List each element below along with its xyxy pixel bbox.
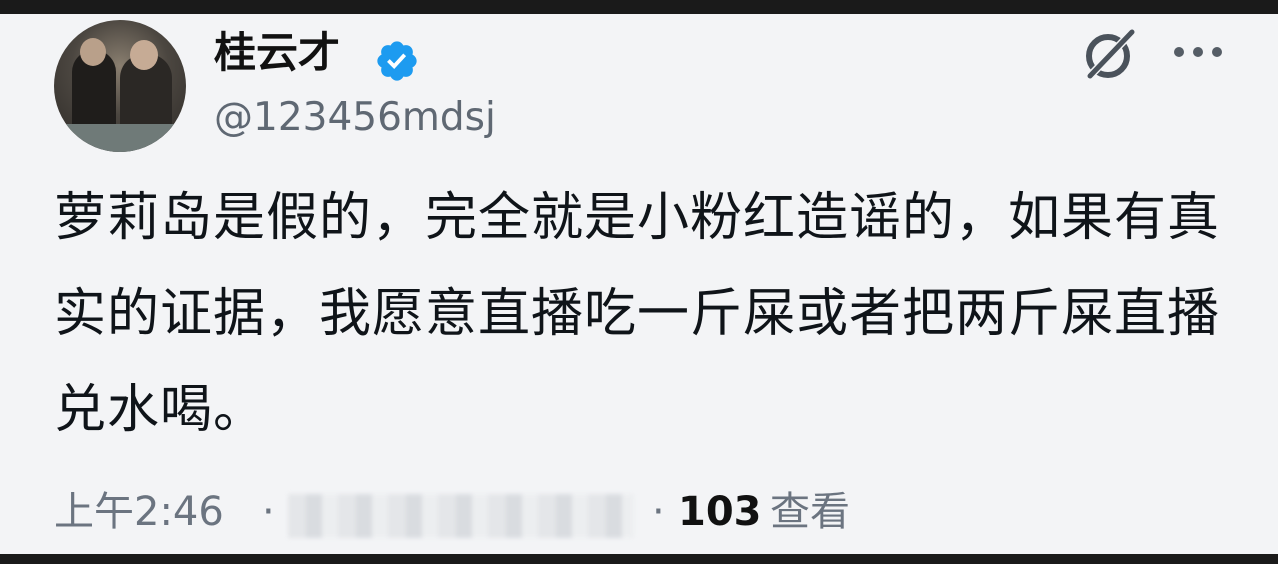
avatar-table [54,124,186,152]
grok-icon[interactable] [1078,22,1142,86]
verified-badge-icon [377,41,417,81]
redacted-date [288,494,634,538]
display-name[interactable]: 桂云才 [214,32,340,74]
avatar[interactable] [54,20,186,152]
avatar-head-left [80,38,106,66]
view-count-label: 查看 [770,489,850,535]
meta-separator: · [652,489,665,535]
view-count: 103 [678,489,762,535]
post-timestamp[interactable]: 上午2:46 [54,484,224,540]
avatar-head-right [130,40,158,70]
user-handle[interactable]: @123456mdsj [214,98,496,137]
post-text: 萝莉岛是假的，完全就是小粉红造谣的，如果有真实的证据，我愿意直播吃一斤屎或者把两… [54,188,1221,440]
post-card: 桂云才 @123456mdsj 萝莉岛是假的，完全就是小粉红造谣的，如果有真实的… [0,14,1278,554]
meta-separator: · [262,489,275,535]
more-options-icon[interactable] [1172,44,1224,60]
